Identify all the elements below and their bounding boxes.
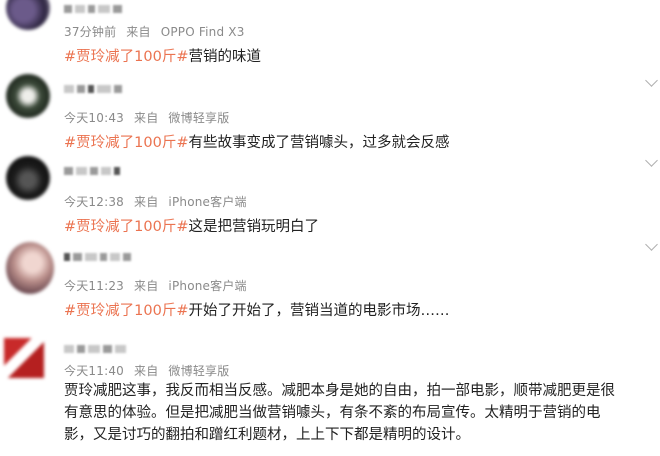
username-masked[interactable] — [64, 4, 122, 14]
comment-text: 贾玲减肥这事，我反而相当反感。减肥本身是她的自由，拍一部电影，顺带减肥更是很 有… — [64, 380, 654, 446]
comment-meta: 37分钟前 来自 OPPO Find X3 — [64, 23, 251, 40]
comment-body: 开始了开始了，营销当道的电影市场…… — [188, 303, 450, 319]
comment-source: 微博轻享版 — [168, 364, 230, 378]
source-prefix: 来自 — [134, 364, 159, 378]
comment-body-line: 有意思的体验。但是把减肥当做营销噱头，有条不紊的布局宣传。太精明于营销的电 — [64, 405, 601, 421]
comment-time: 今天10:43 — [64, 111, 124, 125]
comment-source: OPPO Find X3 — [160, 25, 245, 39]
comment-meta: 今天10:43 来自 微博轻享版 — [64, 109, 235, 126]
comment-body-line: 贾玲减肥这事，我反而相当反感。减肥本身是她的自由，拍一部电影，顺带减肥更是很 — [64, 383, 615, 399]
comment-time: 今天11:40 — [64, 364, 124, 378]
avatar[interactable] — [6, 74, 50, 118]
comment-meta: 今天11:23 来自 iPhone客户端 — [64, 277, 253, 294]
comment-source: iPhone客户端 — [168, 279, 247, 293]
comment-feed: 37分钟前 来自 OPPO Find X3 #贾玲减了100斤#营销的味道 今天… — [0, 0, 660, 456]
comment-time: 37分钟前 — [64, 25, 117, 39]
source-prefix: 来自 — [134, 195, 159, 209]
username-masked[interactable] — [64, 84, 122, 94]
comment-meta: 今天11:40 来自 微博轻享版 — [64, 362, 235, 379]
comment-source: 微博轻享版 — [168, 111, 230, 125]
username-masked[interactable] — [64, 252, 131, 262]
comment-body-line: 影，又是讨巧的翻拍和蹭红利题材，上上下下都是精明的设计。 — [64, 427, 470, 443]
avatar[interactable] — [6, 242, 54, 294]
username-masked[interactable] — [64, 166, 120, 176]
source-prefix: 来自 — [126, 25, 151, 39]
comment-body: 这是把营销玩明白了 — [188, 219, 319, 235]
comment-source: iPhone客户端 — [168, 195, 247, 209]
comment-text: #贾玲减了100斤#这是把营销玩明白了 — [64, 215, 319, 236]
avatar[interactable] — [6, 0, 50, 30]
chevron-down-icon[interactable] — [645, 74, 658, 87]
comment-time: 今天11:23 — [64, 279, 124, 293]
comment-text: #贾玲减了100斤#有些故事变成了营销噱头，过多就会反感 — [64, 131, 449, 152]
chevron-down-icon[interactable] — [645, 238, 658, 251]
comment-body: 有些故事变成了营销噱头，过多就会反感 — [188, 135, 450, 151]
comment-body: 营销的味道 — [188, 49, 261, 65]
hashtag-link[interactable]: #贾玲减了100斤# — [64, 49, 188, 65]
comment-meta: 今天12:38 来自 iPhone客户端 — [64, 193, 253, 210]
source-prefix: 来自 — [134, 111, 159, 125]
avatar[interactable] — [6, 156, 50, 200]
hashtag-link[interactable]: #贾玲减了100斤# — [64, 219, 188, 235]
avatar[interactable] — [4, 338, 44, 378]
source-prefix: 来自 — [134, 279, 159, 293]
comment-text: #贾玲减了100斤#开始了开始了，营销当道的电影市场…… — [64, 299, 449, 320]
hashtag-link[interactable]: #贾玲减了100斤# — [64, 303, 188, 319]
hashtag-link[interactable]: #贾玲减了100斤# — [64, 135, 188, 151]
comment-text: #贾玲减了100斤#营销的味道 — [64, 45, 261, 66]
comment-time: 今天12:38 — [64, 195, 124, 209]
username-masked[interactable] — [64, 344, 126, 354]
chevron-down-icon[interactable] — [645, 154, 658, 167]
